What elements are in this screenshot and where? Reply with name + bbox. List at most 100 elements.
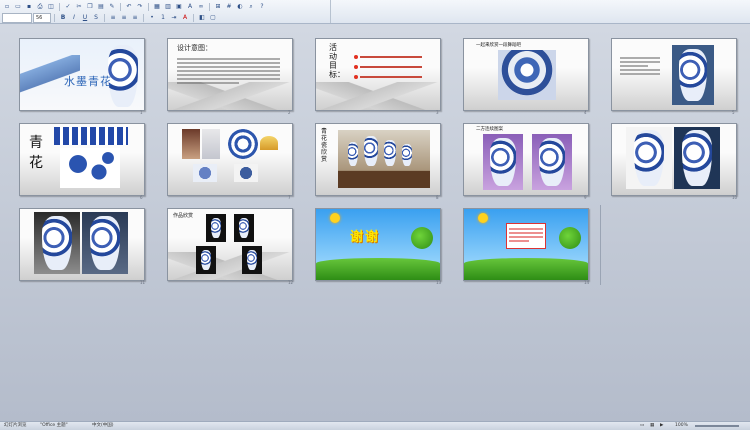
bullets-icon[interactable]: •	[147, 13, 157, 23]
grass-hill	[316, 258, 440, 280]
slide-thumbnail-12[interactable]: 作品欣赏	[167, 208, 293, 281]
photo-1	[182, 129, 200, 159]
cup-image	[193, 164, 217, 182]
teapot-image	[234, 164, 258, 182]
design-icon[interactable]: ◧	[197, 13, 207, 23]
vase-image	[201, 250, 211, 270]
spell-icon[interactable]: ✓	[63, 2, 73, 12]
slide-title: 青花	[29, 135, 43, 171]
slide-number: 6	[140, 195, 143, 200]
tree-icon	[411, 227, 433, 249]
separator	[143, 13, 144, 22]
numbering-icon[interactable]: 1	[158, 13, 168, 23]
vase-image	[247, 250, 257, 270]
paste-icon[interactable]: ▤	[96, 2, 106, 12]
floral-pattern-image	[60, 148, 120, 188]
cut-icon[interactable]: ✂	[74, 2, 84, 12]
vase-image	[679, 49, 707, 101]
formatting-toolbar: 56 B I U S ≡ ≡ ≡ • 1 ⇥ A ◧ ▢	[2, 12, 218, 23]
redo-icon[interactable]: ↷	[135, 2, 145, 12]
slide-thumbnail-13[interactable]: 谢谢	[315, 208, 441, 281]
list-item	[354, 55, 434, 59]
vase-image	[384, 140, 396, 166]
save-icon[interactable]: ▪	[24, 2, 34, 12]
textbox-icon[interactable]: A	[185, 2, 195, 12]
slide-number: 10	[732, 195, 738, 200]
bold-icon[interactable]: B	[58, 13, 68, 23]
slide-thumbnail-3[interactable]: 活动目标：	[315, 38, 441, 111]
slide-thumbnail-1[interactable]: 水墨青花	[19, 38, 145, 111]
slide-number: 8	[436, 195, 439, 200]
fan-image	[260, 136, 278, 150]
picture-icon[interactable]: ▣	[174, 2, 184, 12]
zoom-slider[interactable]	[695, 425, 739, 427]
expand-icon[interactable]: ⊞	[213, 2, 223, 12]
slide-number: 1	[140, 110, 143, 115]
separator	[54, 13, 55, 22]
slide-title: 青花瓷欣赏	[321, 128, 328, 163]
center-icon[interactable]: ≡	[119, 13, 129, 23]
separator	[209, 2, 210, 11]
slide-thumbnail-7[interactable]	[167, 123, 293, 196]
align-right-icon[interactable]: ≡	[130, 13, 140, 23]
slide-number: 4	[584, 110, 587, 115]
slide-thumbnail-9[interactable]: 二方连续图案	[463, 123, 589, 196]
vase-image	[239, 218, 249, 238]
slide-thumbnail-2[interactable]: 设计意图：	[167, 38, 293, 111]
font-name-combo[interactable]	[2, 12, 32, 23]
color-icon[interactable]: ◐	[235, 2, 245, 12]
chart-icon[interactable]: ▥	[163, 2, 173, 12]
vase-image	[108, 45, 138, 107]
grid-icon[interactable]: #	[224, 2, 234, 12]
vase-image	[539, 138, 565, 186]
slide-number: 3	[436, 110, 439, 115]
help-icon[interactable]: ?	[257, 2, 267, 12]
slide-number: 13	[436, 280, 442, 285]
sun-icon	[478, 213, 488, 223]
vase-image	[42, 216, 72, 270]
shadow-icon[interactable]: S	[91, 13, 101, 23]
list-item	[354, 65, 434, 69]
new-icon[interactable]: ▫	[2, 2, 12, 12]
slide-thumbnail-11[interactable]	[19, 208, 145, 281]
italic-icon[interactable]: I	[69, 13, 79, 23]
slide-thumbnail-6[interactable]: 青花	[19, 123, 145, 196]
indent-icon[interactable]: ⇥	[169, 13, 179, 23]
insert-table-icon[interactable]: ▦	[152, 2, 162, 12]
font-size-combo[interactable]: 56	[33, 12, 51, 23]
hyperlink-icon[interactable]: ∞	[196, 2, 206, 12]
number-bullet-icon	[354, 75, 358, 79]
separator	[148, 2, 149, 11]
slide-number: 7	[288, 195, 291, 200]
separator	[120, 2, 121, 11]
slide-number: 12	[288, 280, 294, 285]
preview-icon[interactable]: ◫	[46, 2, 56, 12]
slide-number: 9	[584, 195, 587, 200]
body-text	[177, 56, 280, 86]
toolbar: ▫ ▭ ▪ ⎙ ◫ ✓ ✂ ❐ ▤ ✎ ↶ ↷ ▦ ▥ ▣ A ∞ ⊞ # ◐ …	[0, 0, 750, 24]
format-painter-icon[interactable]: ✎	[107, 2, 117, 12]
plate-image	[228, 129, 258, 159]
open-icon[interactable]: ▭	[13, 2, 23, 12]
print-icon[interactable]: ⎙	[35, 2, 45, 12]
copy-icon[interactable]: ❐	[85, 2, 95, 12]
slide-thumbnail-8[interactable]: 青花瓷欣赏	[315, 123, 441, 196]
align-left-icon[interactable]: ≡	[108, 13, 118, 23]
zoom-icon[interactable]: ⌕	[246, 2, 256, 12]
slide-thumbnail-14[interactable]	[463, 208, 589, 281]
font-color-icon[interactable]: A	[180, 13, 190, 23]
slide-thumbnail-5[interactable]	[611, 38, 737, 111]
undo-icon[interactable]: ↶	[124, 2, 134, 12]
number-bullet-icon	[354, 55, 358, 59]
vase-image	[348, 142, 358, 166]
underline-icon[interactable]: U	[80, 13, 90, 23]
ink-mountain	[316, 82, 440, 110]
text-box	[506, 223, 546, 249]
vase-image	[90, 216, 120, 270]
toolbar-divider	[330, 0, 331, 23]
slide-number: 5	[732, 110, 735, 115]
new-slide-icon[interactable]: ▢	[208, 13, 218, 23]
vase-image	[634, 130, 664, 186]
slide-thumbnail-10[interactable]	[611, 123, 737, 196]
slide-thumbnail-4[interactable]: 一起来欣赏一段舞蹈吧	[463, 38, 589, 111]
